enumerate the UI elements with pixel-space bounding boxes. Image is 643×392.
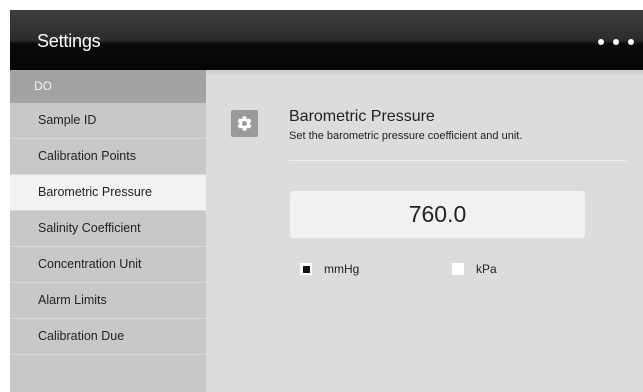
sidebar-item-calibration-due[interactable]: Calibration Due <box>10 319 206 355</box>
unit-label-kpa: kPa <box>476 262 497 276</box>
unit-option-kpa[interactable]: kPa <box>452 262 497 276</box>
more-dot <box>613 39 619 45</box>
section-subtitle: Set the barometric pressure coefficient … <box>289 130 523 142</box>
page-title: Settings <box>37 31 101 51</box>
more-dot <box>598 39 604 45</box>
sidebar: DO Sample ID Calibration Points Barometr… <box>10 70 206 392</box>
sidebar-item-calibration-points[interactable]: Calibration Points <box>10 139 206 175</box>
settings-window: Settings DO Sample ID Calibration Points… <box>10 10 643 392</box>
checkbox-checked[interactable] <box>300 263 312 275</box>
checkbox-unchecked[interactable] <box>452 263 464 275</box>
unit-option-mmhg[interactable]: mmHg <box>300 262 359 276</box>
sidebar-item-salinity-coefficient[interactable]: Salinity Coefficient <box>10 211 206 247</box>
sidebar-item-concentration-unit[interactable]: Concentration Unit <box>10 247 206 283</box>
sidebar-item-alarm-limits[interactable]: Alarm Limits <box>10 283 206 319</box>
sidebar-item-barometric-pressure[interactable]: Barometric Pressure <box>10 175 206 211</box>
pressure-value-field[interactable]: 760.0 <box>290 191 585 238</box>
sidebar-item-sample-id[interactable]: Sample ID <box>10 103 206 139</box>
gear-icon <box>231 110 258 137</box>
more-dot <box>628 39 634 45</box>
divider <box>289 160 626 161</box>
more-options-icon[interactable] <box>598 39 634 45</box>
main-panel: Barometric Pressure Set the barometric p… <box>206 70 643 392</box>
checkbox-fill <box>302 265 310 273</box>
unit-label-mmhg: mmHg <box>324 262 360 276</box>
section-title: Barometric Pressure <box>289 108 435 125</box>
sidebar-group-label: DO <box>10 70 206 103</box>
title-bar: Settings <box>10 10 643 70</box>
